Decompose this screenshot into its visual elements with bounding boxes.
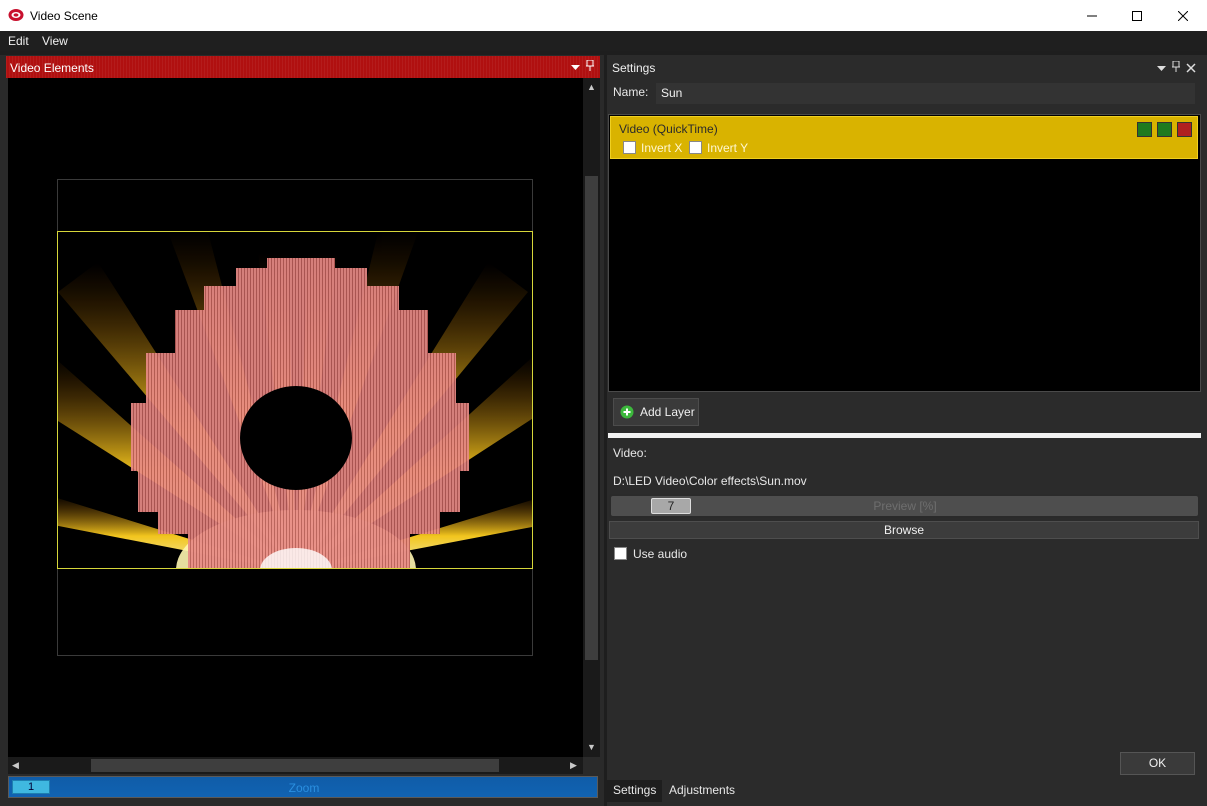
preview-slider[interactable]: Preview [%] 7 <box>609 494 1200 518</box>
panel-title: Video Elements <box>10 61 94 75</box>
menu-bar: Edit View <box>0 31 1207 51</box>
vertical-scroll-thumb[interactable] <box>585 176 598 660</box>
delete-layer-button[interactable] <box>1177 122 1192 137</box>
video-path: D:\LED Video\Color effects\Sun.mov <box>613 474 807 488</box>
ok-button[interactable]: OK <box>1120 752 1195 775</box>
layer-item[interactable]: Video (QuickTime) Invert X Invert Y <box>610 116 1198 159</box>
use-audio-label: Use audio <box>633 547 688 561</box>
preview-slider-thumb[interactable]: 7 <box>651 498 691 514</box>
invert-x-label: Invert X <box>641 141 683 155</box>
video-element[interactable] <box>57 231 533 569</box>
menu-edit[interactable]: Edit <box>8 34 29 48</box>
dropdown-arrow-icon[interactable] <box>571 61 580 75</box>
move-layer-up-button[interactable] <box>1137 122 1152 137</box>
minimize-button[interactable] <box>1069 0 1115 31</box>
layer-name: Video (QuickTime) <box>619 122 718 136</box>
maximize-button[interactable] <box>1114 0 1160 31</box>
add-icon <box>620 405 634 419</box>
name-label: Name: <box>613 85 649 99</box>
sun-video-frame <box>58 232 532 568</box>
scroll-down-icon[interactable]: ▼ <box>587 742 596 752</box>
app-logo-icon <box>8 8 24 22</box>
zoom-value[interactable]: 1 <box>12 780 50 794</box>
window-title: Video Scene <box>30 9 98 23</box>
panel-tabs: Settings Adjustments <box>607 780 1207 806</box>
preview-label: Preview [%] <box>873 499 937 513</box>
tab-adjustments[interactable]: Adjustments <box>663 780 741 802</box>
scroll-left-icon[interactable]: ◀ <box>12 760 19 771</box>
use-audio-checkbox[interactable] <box>614 547 627 560</box>
zoom-label: Zoom <box>288 781 320 795</box>
horizontal-scroll-thumb[interactable] <box>91 759 499 772</box>
title-bar: Video Scene <box>0 0 1207 31</box>
horizontal-scrollbar[interactable]: ◀ ▶ <box>8 757 583 774</box>
panel-splitter[interactable] <box>608 433 1201 438</box>
browse-button[interactable]: Browse <box>609 521 1199 539</box>
close-icon[interactable] <box>1186 62 1196 76</box>
add-layer-button[interactable]: Add Layer <box>613 398 699 426</box>
add-layer-label: Add Layer <box>640 405 695 419</box>
close-button[interactable] <box>1160 0 1206 31</box>
move-layer-down-button[interactable] <box>1157 122 1172 137</box>
pin-icon[interactable] <box>586 59 594 75</box>
invert-x-checkbox[interactable] <box>623 141 636 154</box>
invert-y-label: Invert Y <box>707 141 749 155</box>
name-input[interactable]: Sun <box>656 83 1195 104</box>
video-label: Video: <box>613 446 647 460</box>
scroll-up-icon[interactable]: ▲ <box>587 82 596 92</box>
zoom-slider[interactable]: Zoom 1 <box>8 776 598 798</box>
dropdown-arrow-icon[interactable] <box>1157 62 1166 76</box>
scroll-right-icon[interactable]: ▶ <box>570 760 577 771</box>
menu-view[interactable]: View <box>42 34 68 48</box>
pin-icon[interactable] <box>1172 60 1180 76</box>
vertical-scrollbar[interactable]: ▲ ▼ <box>583 78 600 757</box>
invert-y-checkbox[interactable] <box>689 141 702 154</box>
tab-settings[interactable]: Settings <box>607 780 663 802</box>
video-elements-header: Video Elements <box>6 56 600 78</box>
settings-title: Settings <box>612 61 656 75</box>
